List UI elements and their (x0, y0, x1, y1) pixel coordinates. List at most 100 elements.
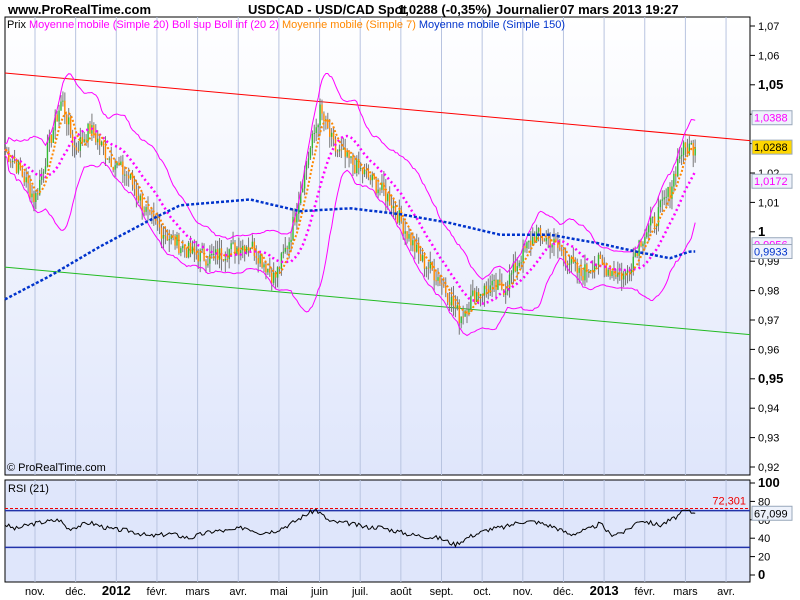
price-chart[interactable]: nov. déc. 2012 févr. mars avr. mai juin juil. aoû… (0, 0, 800, 600)
candle (472, 290, 474, 296)
candle (379, 189, 381, 191)
candle (261, 255, 263, 268)
candle (613, 271, 615, 275)
candle (168, 238, 170, 241)
candle (398, 209, 401, 223)
candle (535, 231, 538, 242)
candle (568, 263, 571, 266)
candle (646, 232, 648, 238)
candle (446, 293, 449, 303)
candle (551, 244, 553, 248)
candle (340, 149, 343, 151)
candle (526, 242, 528, 249)
price-label: 1,0388 (754, 113, 788, 125)
candle (410, 234, 412, 246)
candle (651, 216, 654, 218)
candle (501, 282, 503, 290)
candle (404, 231, 406, 234)
candle (419, 254, 422, 261)
candle (390, 205, 393, 209)
candle (114, 165, 116, 170)
candle (361, 167, 364, 175)
candle (510, 273, 513, 275)
candle (385, 190, 387, 202)
candle (213, 253, 215, 255)
candle (153, 214, 155, 218)
rsi-value-label: 67,099 (754, 508, 788, 520)
candle (160, 227, 163, 239)
candle (682, 142, 685, 156)
candle (493, 279, 495, 281)
candle (25, 177, 27, 183)
candle (584, 264, 586, 281)
candle (483, 285, 486, 296)
candle (369, 177, 372, 181)
legend-item: Moyenne mobile (Simple 150) (419, 19, 565, 31)
y-tick-label: 0,95 (758, 371, 783, 386)
candle (137, 196, 140, 201)
candle (423, 255, 426, 269)
candle (228, 249, 230, 260)
candle (15, 162, 18, 173)
candle (112, 167, 114, 170)
candle (66, 114, 68, 125)
candle (497, 279, 499, 290)
legend-item: Moyenne mobile (Simple 20) (29, 19, 169, 31)
candle (224, 258, 227, 261)
candle (684, 142, 687, 148)
y-tick-label: 1 (758, 224, 765, 239)
candle (290, 239, 292, 243)
candle (106, 158, 109, 160)
candle (615, 274, 617, 277)
candle (479, 294, 482, 296)
candle (445, 286, 447, 294)
candle (607, 269, 609, 276)
candle (338, 149, 341, 152)
candle (71, 134, 74, 146)
rsi-tick-label: 0 (758, 567, 765, 582)
candle (81, 137, 83, 142)
candle (27, 177, 29, 184)
candle (566, 263, 569, 266)
legend-item: Moyenne mobile (Simple 7) (282, 19, 416, 31)
candle (611, 271, 613, 277)
candle (69, 117, 72, 135)
candle (620, 272, 623, 280)
candle (129, 173, 132, 179)
candle (673, 173, 675, 187)
candle (162, 235, 165, 239)
candle (185, 249, 188, 258)
candle (133, 184, 136, 189)
candle (205, 260, 207, 266)
x-tick-label: déc. (553, 586, 574, 598)
x-tick-label: août (390, 586, 411, 598)
candle (141, 195, 143, 211)
candle (126, 174, 128, 176)
candle (156, 220, 159, 225)
candle (301, 188, 304, 193)
candle (425, 267, 428, 269)
candle (329, 128, 331, 137)
copyright: © ProRealTime.com (7, 462, 106, 474)
candle (516, 266, 518, 272)
candle (145, 207, 147, 212)
candle (460, 316, 462, 324)
candle (323, 113, 325, 122)
candle (470, 295, 472, 310)
candle (448, 302, 451, 306)
rsi-tick-label: 100 (758, 475, 780, 490)
candle (313, 132, 315, 134)
candle (665, 196, 667, 198)
candle (499, 279, 501, 283)
candle (317, 125, 319, 128)
candle (352, 156, 354, 165)
candle (402, 221, 404, 234)
candle (537, 227, 540, 232)
candle (83, 139, 85, 142)
candle (102, 141, 105, 147)
candle (95, 135, 97, 143)
rsi-tick-label: 40 (758, 533, 770, 545)
candle (375, 179, 377, 194)
y-tick-label: 1,01 (758, 197, 779, 209)
candle (524, 245, 526, 249)
